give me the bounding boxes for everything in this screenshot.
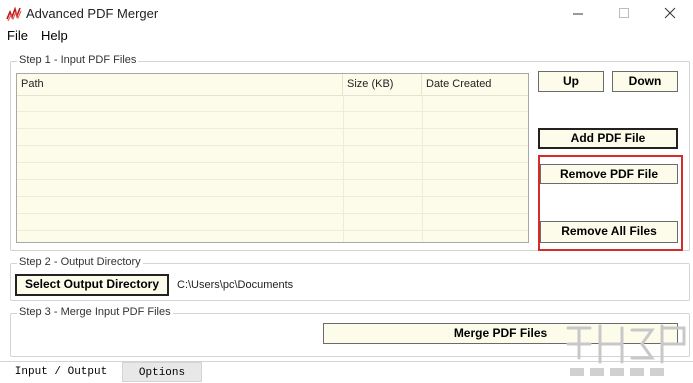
menu-bar: File Help xyxy=(0,27,693,46)
menu-help[interactable]: Help xyxy=(41,28,68,43)
close-icon xyxy=(664,7,676,19)
step3-legend: Step 3 - Merge Input PDF Files xyxy=(17,306,173,318)
add-pdf-file-button[interactable]: Add PDF File xyxy=(538,128,678,149)
menu-file[interactable]: File xyxy=(7,28,28,43)
column-path[interactable]: Path xyxy=(17,74,343,95)
watermark-logo-icon xyxy=(566,324,686,376)
tab-input-output[interactable]: Input / Output xyxy=(0,362,123,382)
empty-row xyxy=(17,163,528,180)
empty-row xyxy=(17,180,528,197)
down-button[interactable]: Down xyxy=(612,71,678,92)
tab-options[interactable]: Options xyxy=(122,362,202,382)
minimize-button[interactable] xyxy=(555,0,601,28)
empty-row xyxy=(17,129,528,146)
output-directory-path: C:\Users\pc\Documents xyxy=(177,279,294,291)
pdf-file-list[interactable]: Path Size (KB) Date Created xyxy=(16,73,529,243)
select-output-directory-button[interactable]: Select Output Directory xyxy=(15,274,169,296)
window-title: Advanced PDF Merger xyxy=(26,6,159,21)
close-button[interactable] xyxy=(647,0,693,28)
minimize-icon xyxy=(573,13,583,15)
column-size[interactable]: Size (KB) xyxy=(343,74,422,95)
column-date-created[interactable]: Date Created xyxy=(422,74,528,95)
up-button[interactable]: Up xyxy=(538,71,604,92)
empty-row xyxy=(17,146,528,163)
step2-legend: Step 2 - Output Directory xyxy=(17,256,143,268)
empty-row xyxy=(17,112,528,129)
step1-legend: Step 1 - Input PDF Files xyxy=(17,54,139,66)
empty-row xyxy=(17,95,528,112)
highlight-box xyxy=(538,155,683,251)
maximize-button[interactable] xyxy=(601,0,647,28)
list-header: Path Size (KB) Date Created xyxy=(17,74,528,96)
title-bar: Advanced PDF Merger xyxy=(0,0,693,28)
empty-row xyxy=(17,214,528,231)
app-logo-icon xyxy=(6,6,22,22)
empty-row xyxy=(17,197,528,214)
maximize-icon xyxy=(619,8,629,18)
